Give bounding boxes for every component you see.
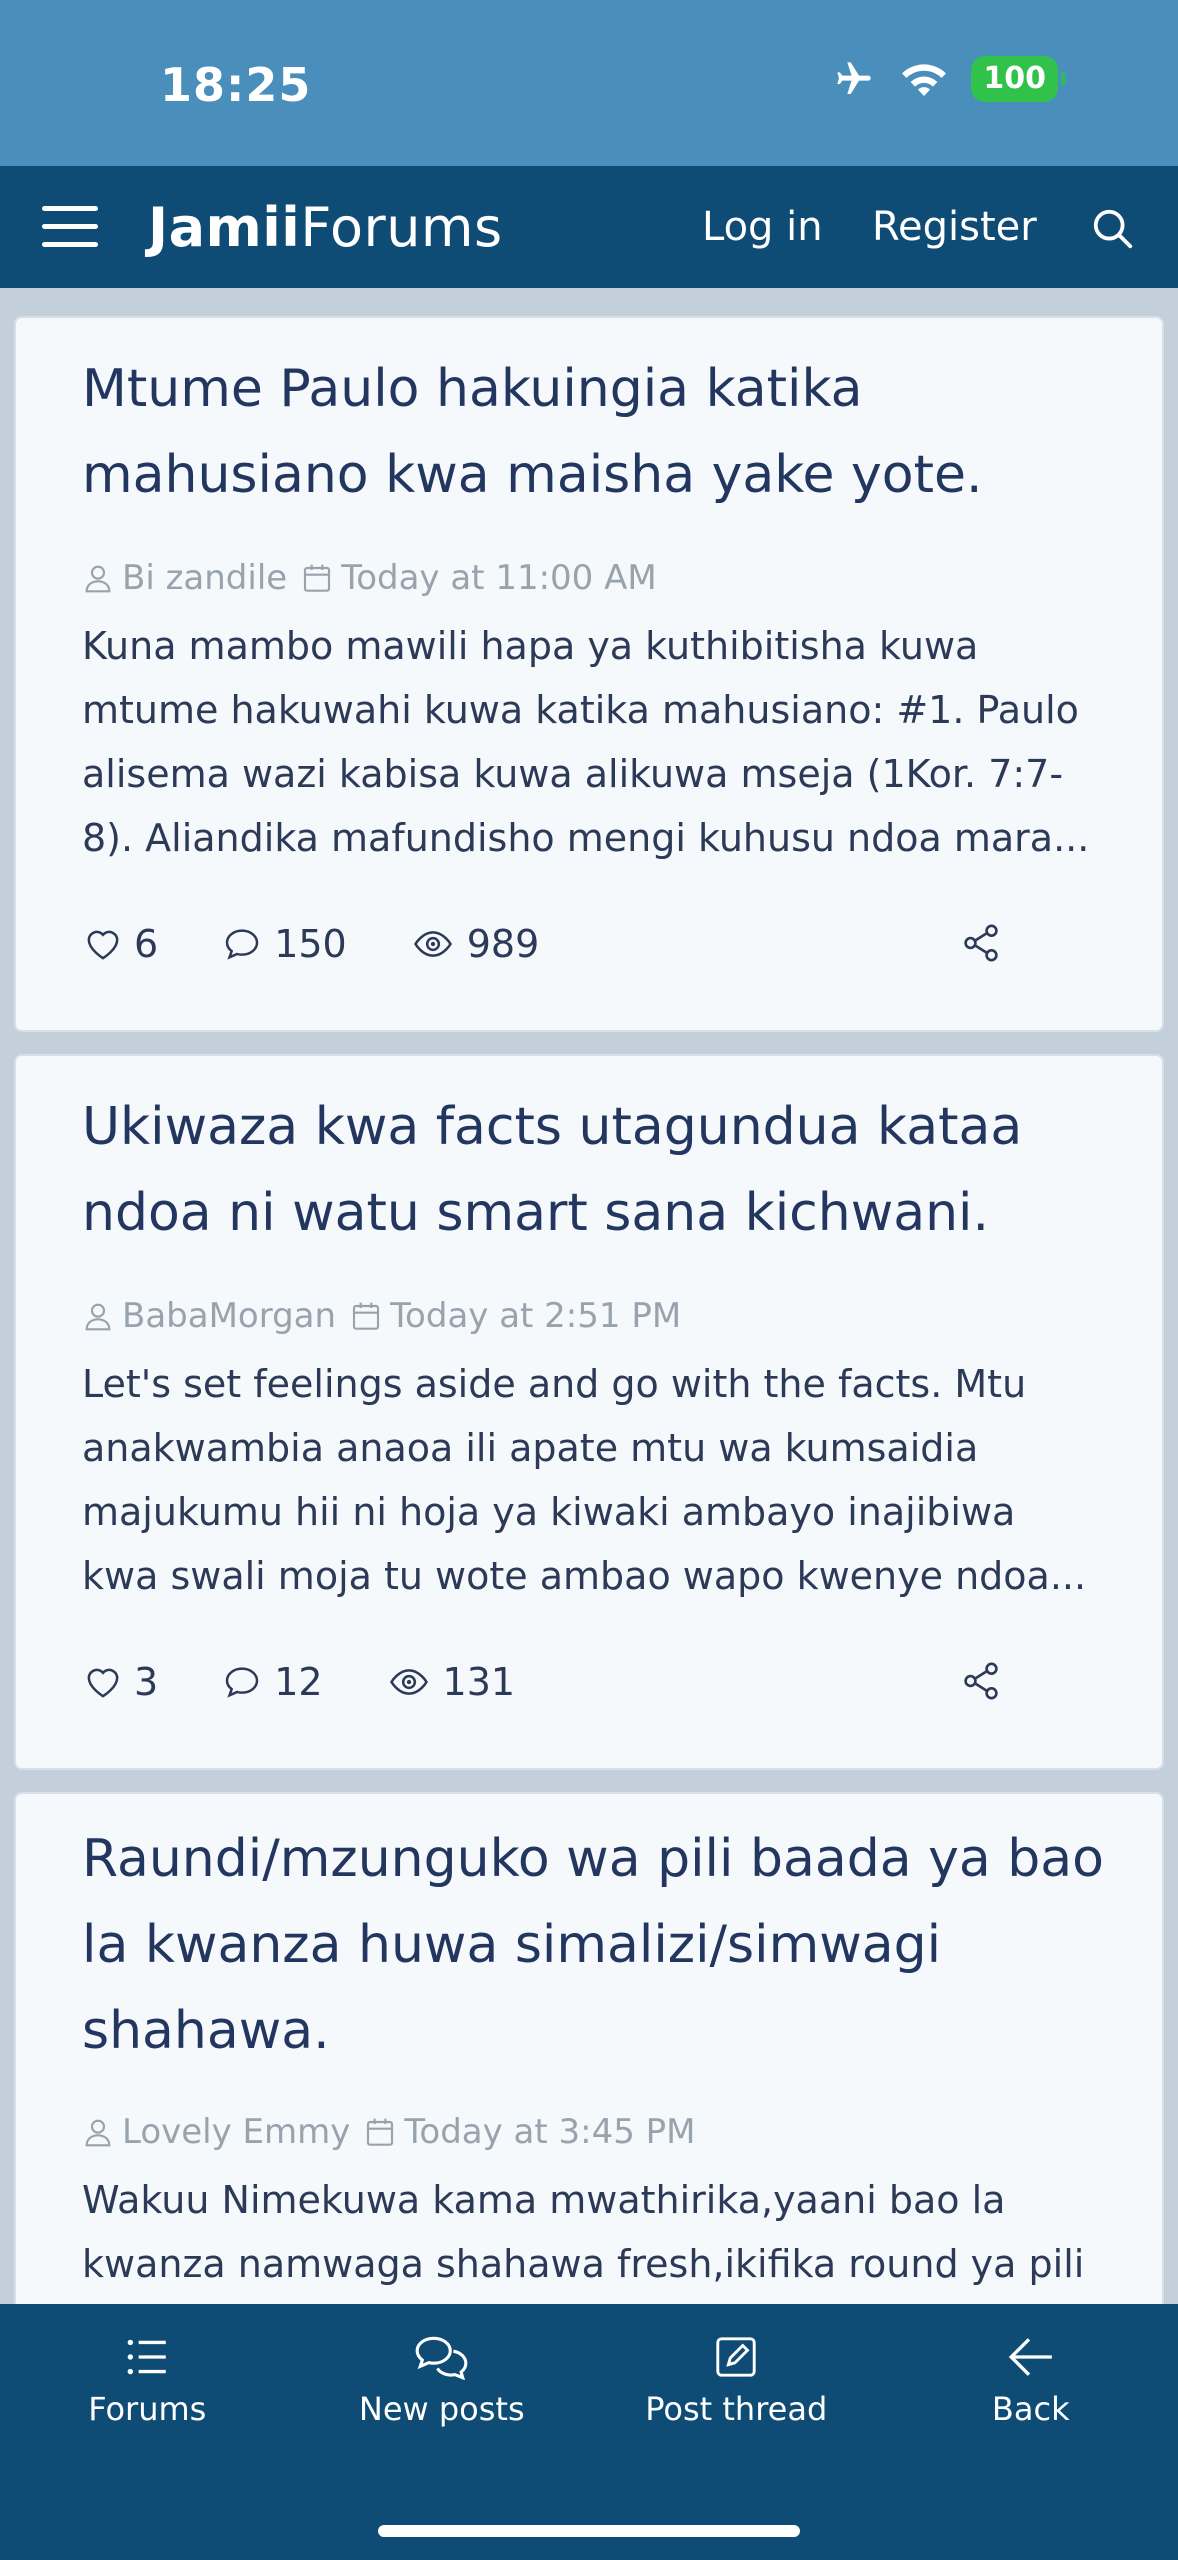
- battery-icon: 100: [971, 56, 1066, 102]
- nav-forums-label: Forums: [88, 2390, 207, 2428]
- user-icon: [85, 2119, 111, 2147]
- thread-title[interactable]: Mtume Paulo hakuingia katika mahusiano k…: [82, 346, 1122, 518]
- bottom-nav: Forums New posts Post thread Back: [0, 2304, 1178, 2466]
- chat-bubbles-icon: [415, 2336, 468, 2380]
- thread-snippet[interactable]: Let's set feelings aside and go with the…: [82, 1352, 1102, 1608]
- thread-meta: Lovely Emmy Today at 3:45 PM: [82, 2112, 696, 2152]
- thread-title[interactable]: Ukiwaza kwa facts utagundua kataa ndoa n…: [82, 1084, 1122, 1256]
- thread-card[interactable]: Raundi/mzunguko wa pili baada ya bao la …: [14, 1792, 1164, 2304]
- nav-new-posts-label: New posts: [358, 2390, 525, 2428]
- thread-author[interactable]: BabaMorgan: [122, 1296, 336, 1336]
- menu-icon[interactable]: [42, 206, 98, 250]
- app-header: JamiiForums Log in Register: [0, 166, 1178, 288]
- thread-stats: 6 150 989: [82, 922, 601, 966]
- eye-icon: [389, 1669, 428, 1695]
- views-count: 989: [409, 922, 539, 966]
- nav-post-thread-label: Post thread: [645, 2390, 828, 2428]
- nav-forums[interactable]: Forums: [0, 2304, 295, 2466]
- back-arrow-icon: [1008, 2338, 1052, 2376]
- screen: 18:25 100 JamiiForums Log in Register Mt…: [0, 0, 1178, 2560]
- thread-snippet[interactable]: Kuna mambo mawili hapa ya kuthibitisha k…: [82, 614, 1102, 870]
- replies-count: 150: [220, 922, 347, 966]
- views-count: 131: [385, 1660, 515, 1704]
- thread-feed: Mtume Paulo hakuingia katika mahusiano k…: [0, 288, 1178, 2304]
- login-link[interactable]: Log in: [702, 204, 823, 250]
- eye-icon: [413, 931, 452, 957]
- home-indicator[interactable]: [378, 2525, 800, 2537]
- likes-count: 6: [82, 922, 158, 966]
- wifi-icon: [899, 59, 949, 99]
- thread-date: Today at 3:45 PM: [404, 2112, 696, 2152]
- user-icon: [85, 565, 111, 593]
- thread-card[interactable]: Ukiwaza kwa facts utagundua kataa ndoa n…: [14, 1054, 1164, 1770]
- thread-date: Today at 2:51 PM: [390, 1296, 682, 1336]
- thread-meta: BabaMorgan Today at 2:51 PM: [82, 1296, 681, 1336]
- thread-meta: Bi zandile Today at 11:00 AM: [82, 558, 657, 598]
- airplane-icon: [831, 59, 877, 99]
- thread-card[interactable]: Mtume Paulo hakuingia katika mahusiano k…: [14, 316, 1164, 1032]
- share-icon[interactable]: [960, 922, 1002, 968]
- thread-author[interactable]: Lovely Emmy: [122, 2112, 350, 2152]
- calendar-icon: [352, 1302, 380, 1330]
- share-icon[interactable]: [960, 1660, 1002, 1706]
- calendar-icon: [304, 564, 331, 592]
- nav-back-label: Back: [991, 2390, 1070, 2428]
- nav-new-posts[interactable]: New posts: [295, 2304, 590, 2466]
- likes-count: 3: [82, 1660, 158, 1704]
- nav-back[interactable]: Back: [884, 2304, 1178, 2466]
- calendar-icon: [367, 2118, 394, 2146]
- thread-date: Today at 11:00 AM: [341, 558, 657, 598]
- thread-stats: 3 12 131: [82, 1660, 577, 1704]
- comment-icon: [225, 929, 259, 960]
- status-icons: 100: [831, 56, 1066, 102]
- comment-icon: [225, 1667, 259, 1698]
- heart-icon: [87, 1668, 119, 1698]
- user-icon: [85, 1303, 111, 1331]
- nav-post-thread[interactable]: Post thread: [589, 2304, 884, 2466]
- thread-author[interactable]: Bi zandile: [122, 558, 287, 598]
- home-area: [0, 2466, 1178, 2560]
- site-logo[interactable]: JamiiForums: [148, 196, 503, 259]
- replies-count: 12: [220, 1660, 323, 1704]
- thread-snippet[interactable]: Wakuu Nimekuwa kama mwathirika,yaani bao…: [82, 2168, 1102, 2304]
- search-icon[interactable]: [1090, 206, 1136, 252]
- edit-icon: [716, 2337, 756, 2377]
- register-link[interactable]: Register: [872, 204, 1037, 250]
- list-icon: [127, 2339, 166, 2375]
- status-bar: 18:25 100: [0, 0, 1178, 166]
- status-time: 18:25: [160, 58, 312, 112]
- thread-title[interactable]: Raundi/mzunguko wa pili baada ya bao la …: [82, 1816, 1122, 2074]
- heart-icon: [87, 930, 119, 960]
